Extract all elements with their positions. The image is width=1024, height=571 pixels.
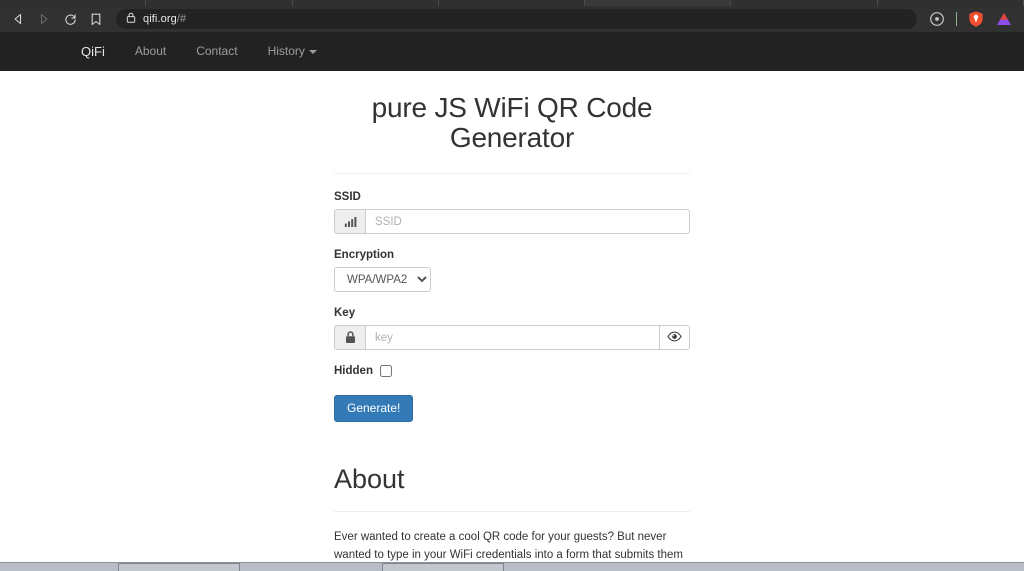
forward-arrow-icon <box>38 13 50 25</box>
hidden-checkbox[interactable] <box>379 365 392 378</box>
browser-tab[interactable] <box>438 0 586 6</box>
toggle-key-visibility-button[interactable] <box>660 325 690 351</box>
browser-tab-active[interactable] <box>585 0 732 6</box>
key-input-group <box>334 325 690 351</box>
encryption-label: Encryption <box>334 249 395 262</box>
generate-button[interactable]: Generate! <box>334 395 414 423</box>
forward-button[interactable] <box>32 8 56 30</box>
ssid-input[interactable] <box>365 209 690 235</box>
reload-button[interactable] <box>58 8 82 30</box>
brave-rewards-icon <box>928 10 946 28</box>
signal-bars-icon <box>334 209 365 235</box>
encryption-select[interactable]: WPA/WPA2WEPNone <box>334 267 431 293</box>
back-button[interactable] <box>6 8 30 30</box>
browser-toolbar: qifi.org/# <box>0 6 1024 32</box>
bookmark-icon <box>90 13 102 26</box>
ssid-form-group: SSID <box>334 191 690 235</box>
nav-item-contact[interactable]: Contact <box>181 32 252 71</box>
browser-tab-strip <box>0 0 1024 6</box>
about-paragraph: Ever wanted to create a cool QR code for… <box>334 529 690 562</box>
key-label: Key <box>334 307 356 320</box>
ssid-label: SSID <box>334 191 361 204</box>
lock-icon <box>126 10 136 28</box>
key-input[interactable] <box>365 325 660 351</box>
url-host: qifi.org <box>143 13 177 25</box>
extension-triangle-icon <box>995 10 1013 28</box>
key-form-group: Key <box>334 307 690 351</box>
taskbar-window-2[interactable] <box>382 563 504 571</box>
chevron-down-icon <box>308 49 317 54</box>
navbar-brand[interactable]: QiFi <box>66 32 120 71</box>
about-heading: About <box>334 464 405 495</box>
nav-item-history-label: History <box>267 44 305 58</box>
site-navbar: QiFi About Contact History <box>0 32 1024 71</box>
toolbar-extension-area <box>925 8 1018 30</box>
brave-rewards-button[interactable] <box>925 8 949 30</box>
browser-tab[interactable] <box>0 0 147 6</box>
content-container: pure JS WiFi QR Code Generator SSID Encr… <box>334 71 690 562</box>
about-divider <box>334 511 690 513</box>
browser-tab[interactable] <box>292 0 439 6</box>
lock-icon <box>334 325 365 351</box>
nav-item-history[interactable]: History <box>253 32 332 71</box>
browser-tab[interactable] <box>731 0 878 6</box>
ssid-input-group <box>334 209 690 235</box>
back-arrow-icon <box>12 13 24 25</box>
page-viewport: pure JS WiFi QR Code Generator SSID Encr… <box>0 71 1024 562</box>
hidden-form-group: Hidden <box>334 365 690 378</box>
toolbar-divider <box>956 12 957 26</box>
page-title: pure JS WiFi QR Code Generator <box>371 92 653 154</box>
title-divider <box>334 173 690 175</box>
address-bar[interactable]: qifi.org/# <box>116 9 917 29</box>
os-taskbar <box>0 562 1024 571</box>
taskbar-window-1[interactable] <box>118 563 240 571</box>
address-bar-text: qifi.org/# <box>143 13 186 25</box>
encryption-form-group: Encryption WPA/WPA2WEPNone <box>334 249 690 293</box>
hidden-label: Hidden <box>334 365 373 378</box>
brave-shields-icon <box>967 10 985 28</box>
nav-item-about[interactable]: About <box>120 32 181 71</box>
about-part-1: Ever wanted to create a cool QR code for… <box>334 531 683 561</box>
browser-tab[interactable] <box>146 0 293 6</box>
extension-button[interactable] <box>992 8 1016 30</box>
url-path: /# <box>176 13 187 25</box>
brave-shields-button[interactable] <box>964 8 988 30</box>
eye-icon <box>667 329 682 347</box>
browser-tab[interactable] <box>877 0 1024 6</box>
reload-icon <box>64 13 77 26</box>
bookmark-button[interactable] <box>84 8 108 30</box>
